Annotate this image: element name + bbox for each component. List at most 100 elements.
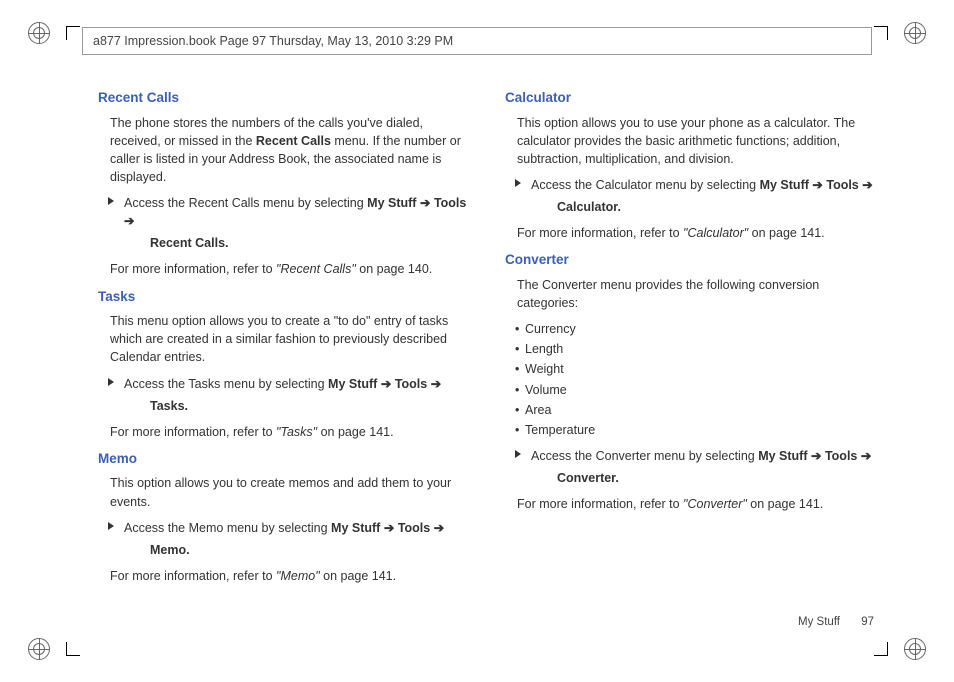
converter-instruction: Access the Converter menu by selecting M… [517, 447, 876, 487]
text: . [225, 236, 228, 250]
crop-mark-icon [66, 642, 80, 656]
register-mark-icon [28, 638, 50, 660]
menu-path-sub: Memo. [150, 541, 469, 559]
menu-path-sub: Tasks. [150, 397, 469, 415]
text-bold: Recent Calls [256, 134, 331, 148]
text: . [617, 200, 620, 214]
text: on page 140. [356, 262, 432, 276]
ref-title: "Calculator" [683, 226, 748, 240]
ref-title: "Tasks" [276, 425, 317, 439]
menu-path-sub: Calculator. [557, 198, 876, 216]
recent-calls-body: The phone stores the numbers of the call… [110, 114, 469, 187]
menu-path: Tools [825, 449, 857, 463]
text: Access the Tasks menu by selecting [124, 377, 328, 391]
list-item: Temperature [517, 421, 876, 439]
triangle-bullet-icon [515, 450, 521, 458]
menu-path: My Stuff [760, 178, 809, 192]
print-header-tag: a877 Impression.book Page 97 Thursday, M… [82, 27, 872, 55]
list-item: Area [517, 401, 876, 419]
triangle-bullet-icon [108, 378, 114, 386]
text: on page 141. [748, 226, 824, 240]
register-mark-icon [904, 22, 926, 44]
text: Access the Converter menu by selecting [531, 449, 758, 463]
calculator-ref: For more information, refer to "Calculat… [517, 224, 876, 242]
menu-path-sub: Converter. [557, 469, 876, 487]
menu-path: Tools [395, 377, 427, 391]
arrow-icon: ➔ [420, 196, 430, 210]
text: . [185, 399, 188, 413]
tasks-instruction: Access the Tasks menu by selecting My St… [110, 375, 469, 415]
menu-path: Calculator [557, 200, 617, 214]
memo-ref: For more information, refer to "Memo" on… [110, 567, 469, 585]
triangle-bullet-icon [108, 197, 114, 205]
arrow-icon: ➔ [381, 377, 391, 391]
converter-body: The Converter menu provides the followin… [517, 276, 876, 312]
menu-path: Tools [826, 178, 858, 192]
triangle-bullet-icon [515, 179, 521, 187]
text: For more information, refer to [110, 425, 276, 439]
memo-instruction: Access the Memo menu by selecting My Stu… [110, 519, 469, 559]
arrow-icon: ➔ [434, 521, 444, 535]
menu-path-sub: Recent Calls. [150, 234, 469, 252]
arrow-icon: ➔ [861, 449, 871, 463]
tasks-body: This menu option allows you to create a … [110, 312, 469, 366]
arrow-icon: ➔ [124, 214, 134, 228]
heading-tasks: Tasks [98, 287, 469, 307]
menu-path: My Stuff [367, 196, 416, 210]
menu-path: Converter [557, 471, 615, 485]
text: For more information, refer to [517, 226, 683, 240]
crop-mark-icon [66, 26, 80, 40]
text: on page 141. [747, 497, 823, 511]
arrow-icon: ➔ [812, 178, 822, 192]
text: . [615, 471, 618, 485]
tasks-ref: For more information, refer to "Tasks" o… [110, 423, 469, 441]
calculator-instruction: Access the Calculator menu by selecting … [517, 176, 876, 216]
menu-path: Recent Calls [150, 236, 225, 250]
converter-bullets: Currency Length Weight Volume Area Tempe… [517, 320, 876, 439]
text: For more information, refer to [517, 497, 683, 511]
list-item: Volume [517, 381, 876, 399]
recent-calls-instruction: Access the Recent Calls menu by selectin… [110, 194, 469, 252]
recent-calls-ref: For more information, refer to "Recent C… [110, 260, 469, 278]
arrow-icon: ➔ [811, 449, 821, 463]
menu-path: Tools [434, 196, 466, 210]
heading-recent-calls: Recent Calls [98, 88, 469, 108]
register-mark-icon [28, 22, 50, 44]
ref-title: "Recent Calls" [276, 262, 356, 276]
list-item: Currency [517, 320, 876, 338]
list-item: Weight [517, 360, 876, 378]
menu-path: My Stuff [758, 449, 807, 463]
text: . [186, 543, 189, 557]
page-body: Recent Calls The phone stores the number… [98, 88, 876, 612]
crop-mark-icon [874, 26, 888, 40]
menu-path: Tools [398, 521, 430, 535]
list-item: Length [517, 340, 876, 358]
register-mark-icon [904, 638, 926, 660]
text: Access the Calculator menu by selecting [531, 178, 760, 192]
crop-mark-icon [874, 642, 888, 656]
text: Access the Memo menu by selecting [124, 521, 331, 535]
calculator-body: This option allows you to use your phone… [517, 114, 876, 168]
menu-path: Tasks [150, 399, 185, 413]
triangle-bullet-icon [108, 522, 114, 530]
right-column: Calculator This option allows you to use… [505, 88, 876, 612]
arrow-icon: ➔ [431, 377, 441, 391]
converter-ref: For more information, refer to "Converte… [517, 495, 876, 513]
heading-converter: Converter [505, 250, 876, 270]
menu-path: My Stuff [331, 521, 380, 535]
footer-page-number: 97 [861, 616, 874, 628]
footer-section: My Stuff [798, 616, 840, 628]
page-footer: My Stuff 97 [798, 616, 874, 628]
menu-path: My Stuff [328, 377, 377, 391]
ref-title: "Converter" [683, 497, 747, 511]
heading-memo: Memo [98, 449, 469, 469]
text: on page 141. [317, 425, 393, 439]
text: Access the Recent Calls menu by selectin… [124, 196, 367, 210]
text: on page 141. [320, 569, 396, 583]
heading-calculator: Calculator [505, 88, 876, 108]
left-column: Recent Calls The phone stores the number… [98, 88, 469, 612]
text: For more information, refer to [110, 569, 276, 583]
memo-body: This option allows you to create memos a… [110, 474, 469, 510]
menu-path: Memo [150, 543, 186, 557]
arrow-icon: ➔ [862, 178, 872, 192]
